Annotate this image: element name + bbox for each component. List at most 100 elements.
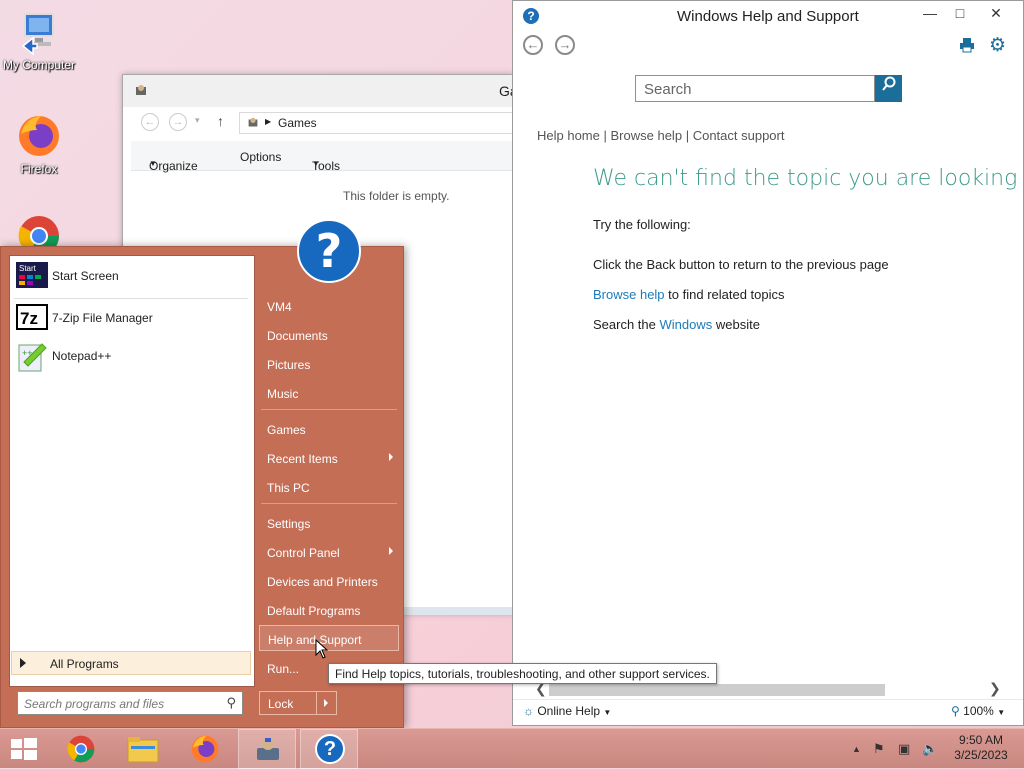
print-icon[interactable] [959,37,975,56]
taskbar-file-explorer[interactable] [114,729,172,769]
svg-text:7z: 7z [20,309,38,328]
explorer-titlebar[interactable]: Ga [123,75,518,107]
taskbar-clock[interactable]: 9:50 AM 3/25/2023 [946,733,1016,763]
clock-time: 9:50 AM [958,733,1004,747]
help-window[interactable]: ? Windows Help and Support — □ ✕ ← → ⚙ S… [512,0,1024,726]
taskbar-help[interactable]: ? [300,729,358,769]
options-button[interactable]: Options [240,150,281,164]
start-item-help-support[interactable]: Help and Support [259,625,399,651]
help-titlebar[interactable]: ? Windows Help and Support — □ ✕ [513,1,1023,31]
zoom-level: 100% [963,704,994,718]
start-item-this-pc[interactable]: This PC [259,474,399,500]
start-item-control-panel[interactable]: Control Panel [259,539,399,565]
search-icon: ⚲ [226,695,236,710]
help-home-link[interactable]: Help home [537,128,600,143]
volume-muted-icon[interactable]: 🔈 [922,741,938,757]
desktop-icon-firefox[interactable]: Firefox [0,112,78,176]
address-box[interactable]: ▶ Games [239,112,515,134]
lock-label: Lock [268,697,294,711]
start-item-vm4[interactable]: VM4 [259,293,399,319]
minimize-button[interactable]: — [915,5,945,25]
start-button[interactable] [0,729,50,769]
start-item-devices-printers[interactable]: Devices and Printers [259,568,399,594]
chrome-icon [67,735,95,763]
contact-support-link[interactable]: Contact support [693,128,785,143]
browse-help-tip: Browse help to find related topics [593,287,785,302]
search-tip-suffix: website [715,317,760,332]
desktop-icon-my-computer[interactable]: My Computer [0,8,78,72]
start-item-settings[interactable]: Settings [259,510,399,536]
gear-icon[interactable]: ⚙ [989,34,1006,57]
show-hidden-icons[interactable]: ▲ [852,744,861,754]
help-support-tooltip: Find Help topics, tutorials, troubleshoo… [328,663,717,684]
search-button[interactable] [875,75,902,102]
search-windows-tip: Search the Windows website [593,317,760,332]
online-help-label: Online Help [537,704,601,718]
start-item-default-programs[interactable]: Default Programs [259,597,399,623]
taskbar-games[interactable] [238,729,296,769]
help-search-input[interactable]: Search [635,75,875,102]
submenu-arrow-icon [389,453,393,461]
user-picture[interactable]: ? [297,219,361,283]
back-icon[interactable]: ← [141,113,159,131]
forward-icon[interactable]: → [169,113,187,131]
zoom-icon: ⚲ [951,704,960,718]
program-notepadpp[interactable]: ++ Notepad++ [14,340,250,374]
start-item-music[interactable]: Music [259,380,399,406]
start-item-recent-items[interactable]: Recent Items [259,445,399,471]
back-icon[interactable]: ← [523,35,543,55]
up-icon[interactable]: ↑ [217,113,224,129]
taskbar: ? ▲ ⚑ ▣ 🔈 9:50 AM 3/25/2023 [0,728,1024,769]
program-label: Notepad++ [52,349,112,363]
taskbar-firefox[interactable] [176,729,234,769]
program-label: 7-Zip File Manager [52,311,153,325]
explorer-address-bar: ← → ▾ ↑ ▶ Games [131,111,515,135]
maximize-button[interactable]: □ [945,5,975,25]
chevron-down-icon: ▼ [997,708,1006,717]
start-item-documents[interactable]: Documents [259,322,399,348]
action-center-flag-icon[interactable]: ⚑ [873,741,885,757]
start-icon [11,738,37,760]
start-item-games[interactable]: Games [259,416,399,442]
chevron-down-icon: ▼ [603,708,612,717]
help-title: Windows Help and Support [677,8,859,25]
notepadpp-icon: ++ [16,342,48,372]
games-icon [257,738,279,760]
breadcrumb-chevron-icon: ▶ [265,117,272,126]
all-programs-button[interactable]: All Programs [11,651,251,675]
browse-help-rest: to find related topics [668,287,785,302]
online-help-dropdown[interactable]: ☼ Online Help ▼ [523,704,611,718]
close-button[interactable]: ✕ [981,5,1011,25]
taskbar-chrome[interactable] [52,729,110,769]
divider [261,503,397,504]
firefox-icon [15,112,63,160]
program-start-screen[interactable]: Start Start Screen [14,260,250,294]
computer-icon [15,8,63,56]
lock-options-arrow-icon[interactable] [324,699,328,707]
try-following-text: Try the following: [593,217,691,232]
desktop-icon-label: Firefox [20,162,58,176]
start-item-pictures[interactable]: Pictures [259,351,399,377]
divider [261,409,397,410]
windows-website-link[interactable]: Windows [660,317,713,332]
online-help-icon: ☼ [523,704,534,718]
program-7zip[interactable]: 7z 7-Zip File Manager [14,302,250,336]
scroll-right-icon[interactable]: ❯ [989,680,1001,697]
mouse-cursor-icon [315,639,329,659]
games-icon [133,83,149,102]
back-button-tip: Click the Back button to return to the p… [593,257,889,272]
history-chevron-icon[interactable]: ▾ [195,115,200,126]
games-icon [246,116,260,133]
scrollbar-thumb[interactable] [549,684,885,696]
network-icon[interactable]: ▣ [898,741,910,757]
browse-help-link[interactable]: Browse help [611,128,683,143]
breadcrumb-games[interactable]: Games [278,116,317,130]
start-screen-icon: Start [16,262,48,292]
lock-button[interactable]: Lock [259,691,337,715]
zoom-dropdown[interactable]: ⚲ 100% ▼ [951,704,1005,718]
forward-icon[interactable]: → [555,35,575,55]
horizontal-scrollbar[interactable]: ❮ ❯ [531,680,1007,697]
start-search-input[interactable]: Search programs and files ⚲ [17,691,243,715]
start-search-placeholder: Search programs and files [24,697,165,711]
browse-help-inline-link[interactable]: Browse help [593,287,665,302]
